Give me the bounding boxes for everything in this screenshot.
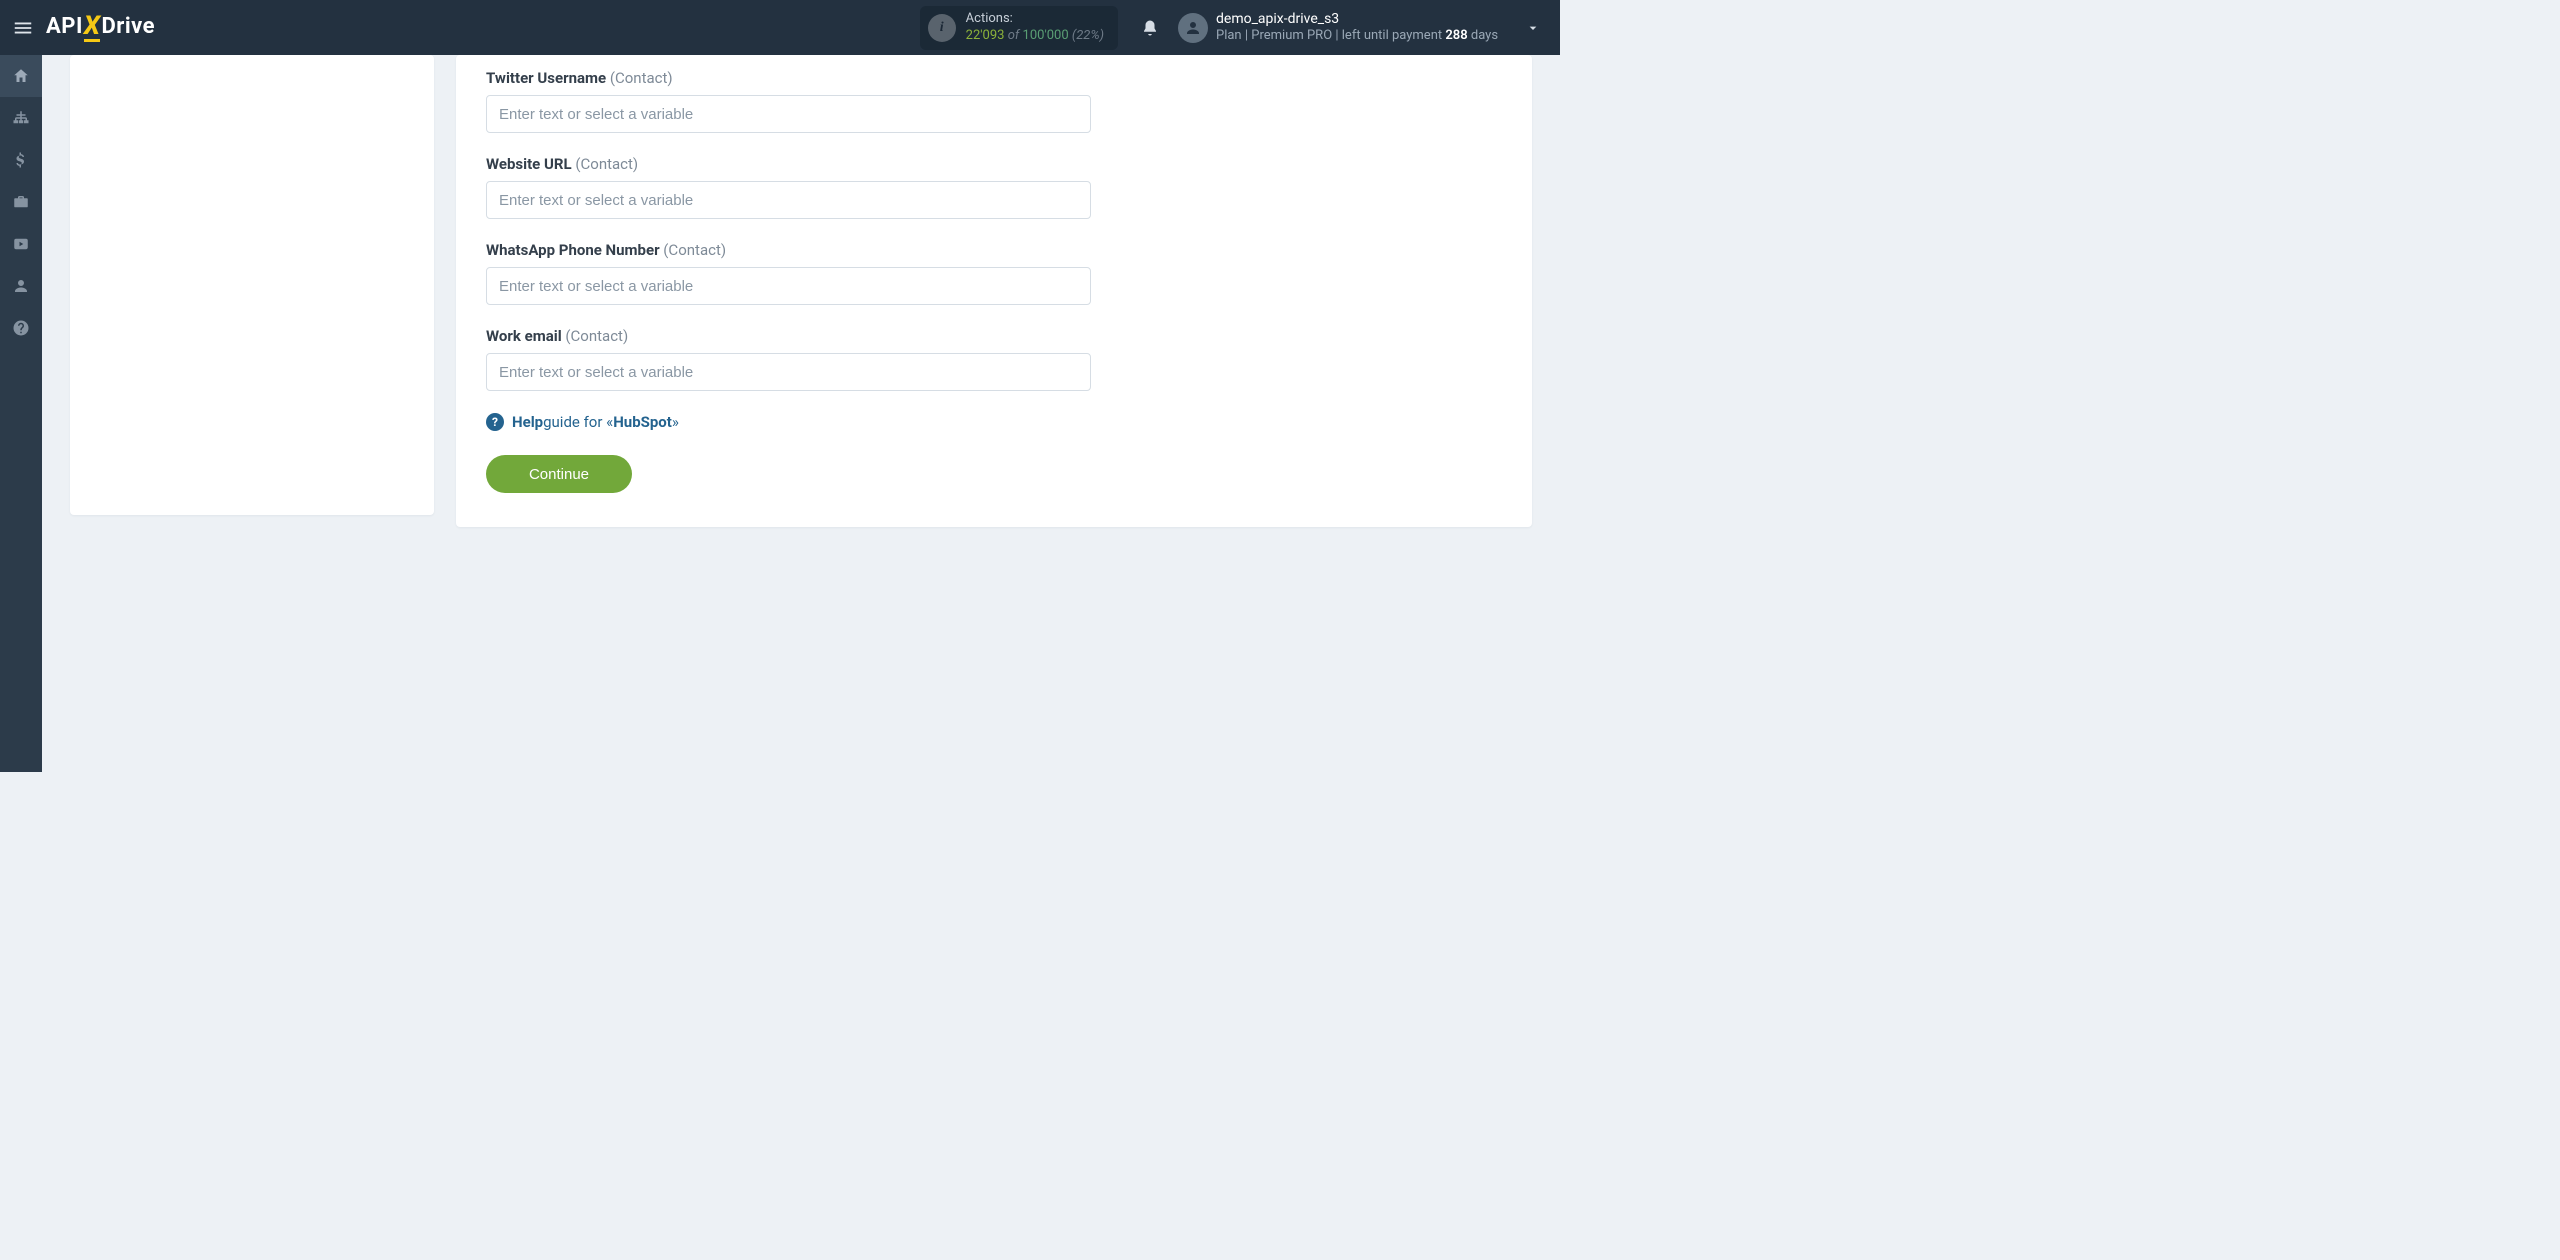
help-service: HubSpot	[613, 413, 672, 431]
whatsapp-phone-input[interactable]	[486, 267, 1091, 305]
content: Twitter Username (Contact) Website URL (…	[42, 55, 1560, 772]
bell-icon	[1141, 19, 1159, 37]
help-icon	[12, 319, 30, 337]
logo-drive: Drive	[101, 14, 155, 39]
sidebar-item-briefcase[interactable]	[0, 181, 42, 223]
info-icon: i	[928, 14, 956, 42]
sidebar-item-connections[interactable]	[0, 97, 42, 139]
logo-x: X	[84, 15, 101, 41]
actions-counter[interactable]: i Actions: 22'093 of 100'000 (22%)	[920, 6, 1118, 50]
label-hint: (Contact)	[610, 69, 673, 87]
user-icon	[12, 277, 30, 295]
label-text: Work email	[486, 327, 562, 345]
field-label: Work email (Contact)	[486, 327, 1502, 345]
actions-pct: (22%)	[1072, 28, 1104, 43]
website-url-input[interactable]	[486, 181, 1091, 219]
field-label: WhatsApp Phone Number (Contact)	[486, 241, 1502, 259]
dollar-icon	[12, 151, 30, 169]
continue-button[interactable]: Continue	[486, 455, 632, 493]
help-link[interactable]: ? Help guide for « HubSpot »	[486, 413, 1502, 431]
menu-toggle[interactable]	[4, 9, 42, 47]
briefcase-icon	[12, 193, 30, 211]
chevron-down-icon	[1525, 20, 1541, 36]
form-card: Twitter Username (Contact) Website URL (…	[456, 55, 1532, 527]
label-hint: (Contact)	[663, 241, 726, 259]
help-bold: Help	[512, 413, 543, 431]
youtube-icon	[12, 235, 30, 253]
sidebar-item-account[interactable]	[0, 265, 42, 307]
field-label: Website URL (Contact)	[486, 155, 1502, 173]
sidebar-item-home[interactable]	[0, 55, 42, 97]
sidebar-item-videos[interactable]	[0, 223, 42, 265]
plan-line: Plan | Premium PRO | left until payment …	[1216, 28, 1516, 44]
sitemap-icon	[12, 109, 30, 127]
sidebar-item-help[interactable]	[0, 307, 42, 349]
field-label: Twitter Username (Contact)	[486, 69, 1502, 87]
label-text: WhatsApp Phone Number	[486, 241, 660, 259]
work-email-input[interactable]	[486, 353, 1091, 391]
field-website-url: Website URL (Contact)	[486, 155, 1502, 219]
help-close: »	[672, 413, 679, 431]
topbar: API X Drive i Actions: 22'093 of 100'000…	[0, 0, 1560, 55]
avatar-icon[interactable]	[1178, 13, 1208, 43]
actions-label: Actions:	[966, 11, 1104, 27]
field-twitter-username: Twitter Username (Contact)	[486, 69, 1502, 133]
hamburger-icon	[12, 17, 34, 39]
sidebar-item-billing[interactable]	[0, 139, 42, 181]
actions-total: 100'000	[1023, 28, 1069, 43]
label-hint: (Contact)	[575, 155, 638, 173]
help-icon: ?	[486, 413, 504, 431]
field-work-email: Work email (Contact)	[486, 327, 1502, 391]
user-menu-toggle[interactable]	[1516, 20, 1550, 36]
actions-of: of	[1008, 28, 1020, 43]
notifications-button[interactable]	[1134, 19, 1166, 37]
actions-used: 22'093	[966, 28, 1005, 43]
home-icon	[12, 67, 30, 85]
user-name: demo_apix-drive_s3	[1216, 11, 1516, 28]
label-text: Twitter Username	[486, 69, 606, 87]
field-whatsapp-phone: WhatsApp Phone Number (Contact)	[486, 241, 1502, 305]
twitter-username-input[interactable]	[486, 95, 1091, 133]
cards-row: Twitter Username (Contact) Website URL (…	[42, 55, 1560, 527]
sidebar	[0, 55, 42, 772]
label-hint: (Contact)	[565, 327, 628, 345]
left-card	[70, 55, 434, 515]
actions-text: Actions: 22'093 of 100'000 (22%)	[966, 11, 1104, 44]
user-block[interactable]: demo_apix-drive_s3 Plan | Premium PRO | …	[1216, 11, 1516, 43]
help-text: guide for «	[543, 413, 613, 431]
logo[interactable]: API X Drive	[46, 14, 155, 40]
logo-api: API	[46, 14, 83, 39]
label-text: Website URL	[486, 155, 572, 173]
